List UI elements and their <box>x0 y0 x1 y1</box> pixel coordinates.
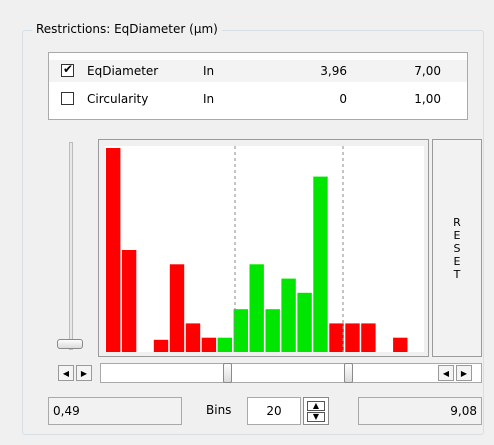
restriction-name: Circularity <box>87 92 149 106</box>
range-slider-track[interactable] <box>100 363 482 383</box>
spin-up-icon[interactable]: ▲ <box>307 401 325 411</box>
histogram-bar <box>201 337 217 352</box>
reset-label: RESET <box>450 215 464 281</box>
restriction-max: 7,00 <box>414 64 441 78</box>
restriction-min: 0 <box>339 92 347 106</box>
restriction-mode: In <box>203 92 215 106</box>
restriction-name: EqDiameter <box>87 64 159 78</box>
check-icon: ✔ <box>63 62 74 76</box>
restriction-max: 1,00 <box>414 92 441 106</box>
range-max-value: 9,08 <box>358 397 482 425</box>
bins-spinner[interactable]: ▲ ▼ <box>303 397 329 425</box>
restriction-row-circularity[interactable]: Circularity In 0 1,00 <box>49 88 467 110</box>
reset-button[interactable]: RESET <box>432 139 482 357</box>
restriction-mode: In <box>203 64 215 78</box>
histogram-chart[interactable] <box>105 146 424 352</box>
range-max-thumb[interactable] <box>344 363 353 383</box>
histogram-bar <box>169 264 185 352</box>
histogram-bar <box>106 148 121 352</box>
spin-down-icon[interactable]: ▼ <box>307 412 325 422</box>
arrow-right-icon: ▶ <box>460 368 468 378</box>
histogram-bar <box>393 337 408 352</box>
restriction-checkbox-eqdiameter[interactable]: ✔ <box>61 62 74 77</box>
restriction-checkbox-circularity[interactable] <box>61 92 74 105</box>
range-min-value: 0,49 <box>48 397 182 425</box>
histogram-bar <box>249 264 264 352</box>
histogram-bar <box>185 323 201 352</box>
histogram-bar <box>345 323 360 352</box>
histogram-bar <box>217 337 232 352</box>
arrow-right-icon: ▶ <box>80 368 88 378</box>
right-arrow-button-right[interactable]: ▶ <box>456 365 472 381</box>
restriction-min: 3,96 <box>320 64 347 78</box>
histogram-bar <box>297 292 312 352</box>
histogram-bar <box>153 339 169 352</box>
left-arrow-button[interactable]: ◀ <box>58 365 74 381</box>
vertical-slider-thumb[interactable] <box>57 339 83 349</box>
left-arrow-button-right[interactable]: ◀ <box>438 365 454 381</box>
arrow-left-icon: ◀ <box>442 368 450 378</box>
arrow-left-icon: ◀ <box>62 368 70 378</box>
histogram-bar <box>313 176 328 352</box>
restriction-row-eqdiameter[interactable]: ✔ EqDiameter In 3,96 7,00 <box>49 60 467 82</box>
bins-label: Bins <box>206 403 232 417</box>
histogram-bar <box>265 309 280 352</box>
histogram-bar <box>121 250 137 352</box>
histogram-bar <box>361 323 376 352</box>
histogram-panel <box>98 139 429 357</box>
groupbox-title: Restrictions: EqDiameter (µm) <box>32 20 222 38</box>
histogram-bar <box>281 278 296 352</box>
range-min-thumb[interactable] <box>223 363 232 383</box>
histogram-bar <box>329 323 344 352</box>
right-arrow-button[interactable]: ▶ <box>76 365 92 381</box>
bins-input[interactable]: 20 <box>247 397 301 425</box>
vertical-slider-track <box>69 142 73 350</box>
restrictions-list[interactable]: ✔ EqDiameter In 3,96 7,00 Circularity In… <box>48 52 468 120</box>
vertical-slider[interactable] <box>56 140 86 356</box>
histogram-bar <box>233 309 248 352</box>
